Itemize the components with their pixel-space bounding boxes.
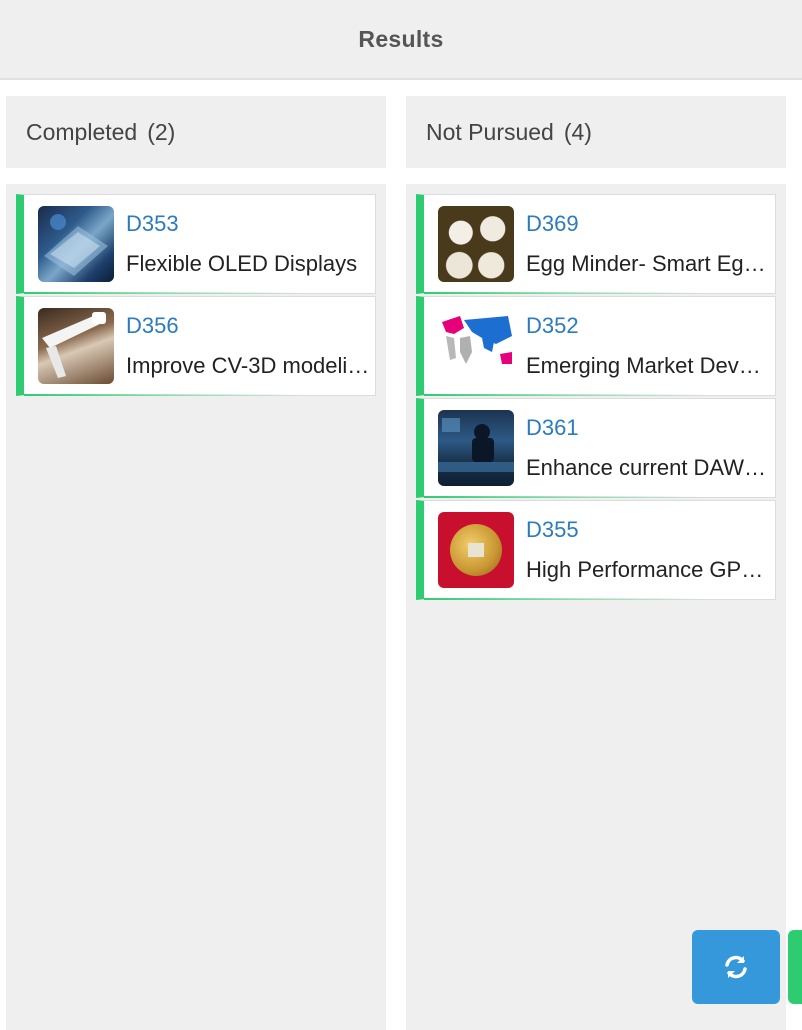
column-header: Completed (2) bbox=[6, 96, 386, 168]
column-body: D353 Flexible OLED Displays D356 Improve… bbox=[6, 184, 386, 1030]
column-not-pursued: Not Pursued (4) D369 Egg Minder- Smart E… bbox=[406, 96, 786, 1030]
column-title: Not Pursued bbox=[426, 118, 554, 145]
result-card[interactable]: D352 Emerging Market Dev… bbox=[416, 296, 776, 396]
robot-arm-thumbnail bbox=[38, 308, 114, 384]
column-completed: Completed (2) D353 Flexible OLED Display… bbox=[6, 96, 386, 1030]
secondary-action-button[interactable] bbox=[788, 930, 802, 1004]
result-card[interactable]: D355 High Performance GP… bbox=[416, 500, 776, 600]
result-card[interactable]: D356 Improve CV-3D modeli… bbox=[16, 296, 376, 396]
column-body: D369 Egg Minder- Smart Eg… D352 Emerging… bbox=[406, 184, 786, 1030]
column-count: (4) bbox=[563, 118, 592, 145]
column-title: Completed bbox=[26, 118, 138, 145]
chip-shape bbox=[468, 543, 484, 557]
studio-thumbnail bbox=[438, 410, 514, 486]
results-header: Results bbox=[0, 0, 802, 80]
card-title: High Performance GP… bbox=[526, 557, 764, 582]
chip-thumbnail bbox=[438, 512, 514, 588]
column-count: (2) bbox=[147, 118, 176, 145]
card-id-link[interactable]: D361 bbox=[526, 414, 775, 442]
result-card[interactable]: D353 Flexible OLED Displays bbox=[16, 194, 376, 294]
card-title: Egg Minder- Smart Eg… bbox=[526, 251, 766, 276]
page-title: Results bbox=[358, 25, 444, 52]
world-map-thumbnail bbox=[438, 308, 514, 384]
card-title: Emerging Market Dev… bbox=[526, 353, 761, 378]
card-id-link[interactable]: D352 bbox=[526, 312, 775, 340]
card-title: Flexible OLED Displays bbox=[126, 251, 358, 276]
result-card[interactable]: D361 Enhance current DAW… bbox=[416, 398, 776, 498]
eggs-thumbnail bbox=[438, 206, 514, 282]
refresh-icon bbox=[725, 955, 747, 979]
refresh-button[interactable] bbox=[692, 930, 780, 1004]
card-title: Enhance current DAW… bbox=[526, 455, 767, 480]
card-title: Improve CV-3D modeli… bbox=[126, 353, 370, 378]
column-header: Not Pursued (4) bbox=[406, 96, 786, 168]
card-id-link[interactable]: D369 bbox=[526, 210, 775, 238]
result-card[interactable]: D369 Egg Minder- Smart Eg… bbox=[416, 194, 776, 294]
oled-thumbnail bbox=[38, 206, 114, 282]
card-id-link[interactable]: D355 bbox=[526, 516, 775, 544]
card-id-link[interactable]: D356 bbox=[126, 312, 375, 340]
card-id-link[interactable]: D353 bbox=[126, 210, 375, 238]
